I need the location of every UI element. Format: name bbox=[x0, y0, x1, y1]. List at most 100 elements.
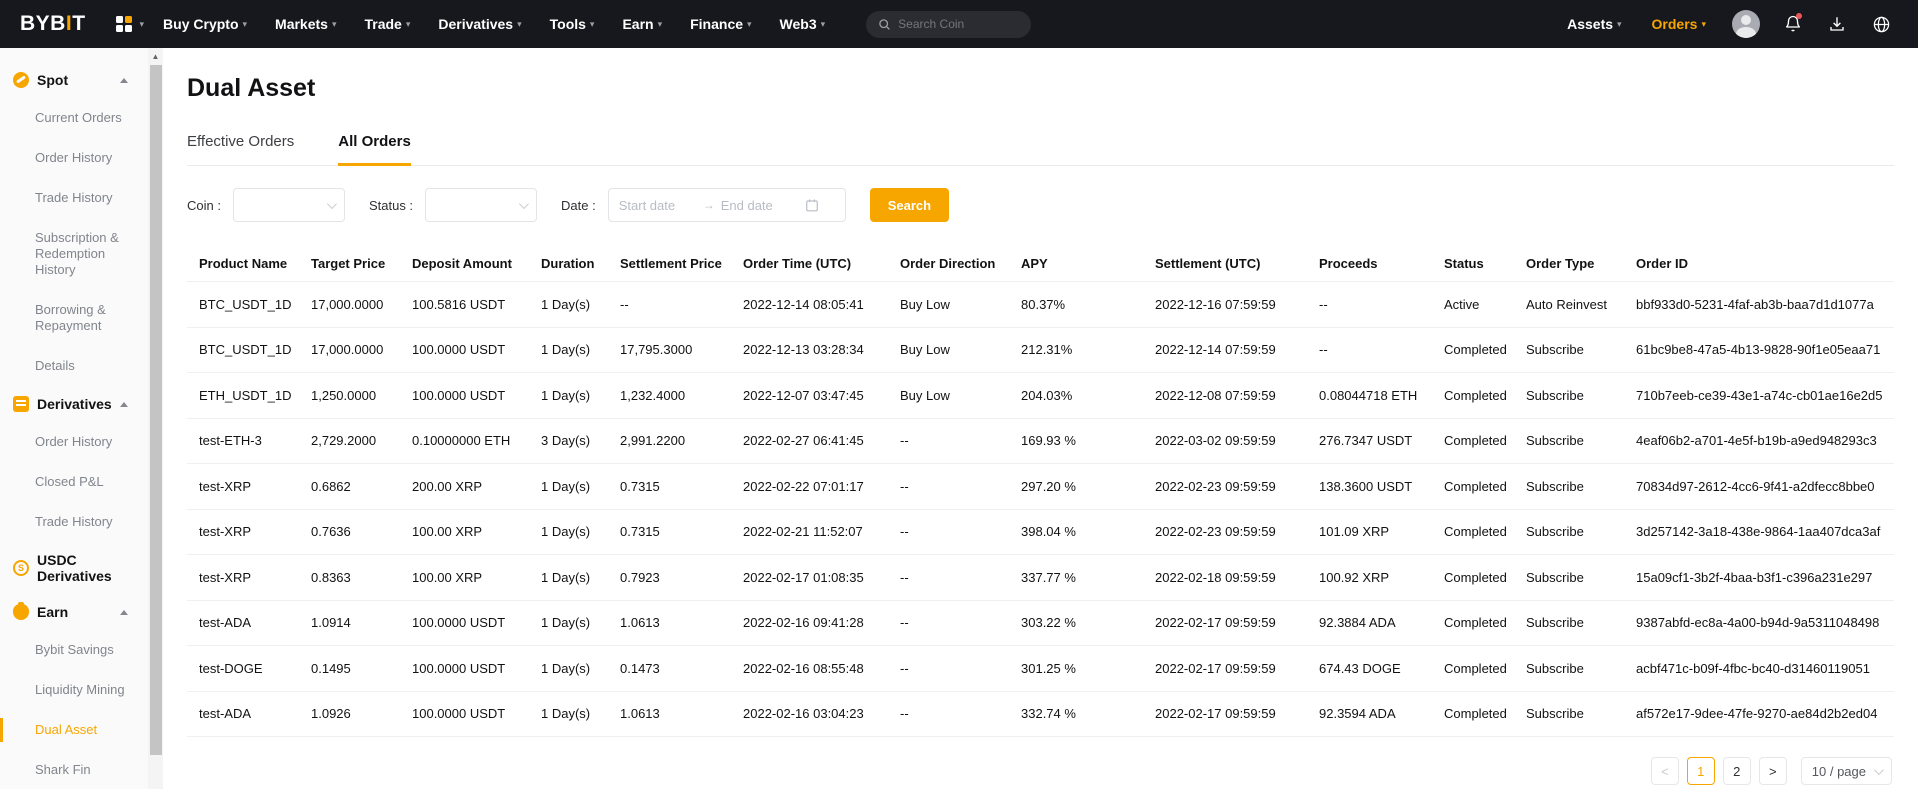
download-app-button[interactable] bbox=[1820, 7, 1854, 41]
search-button[interactable]: Search bbox=[870, 188, 949, 222]
cell-order-time-utc: 2022-02-16 08:55:48 bbox=[731, 661, 888, 676]
language-button[interactable] bbox=[1864, 7, 1898, 41]
next-page-button[interactable]: > bbox=[1759, 757, 1787, 785]
nav-item-trade[interactable]: Trade▾ bbox=[351, 0, 423, 48]
cell-settlement-price: 17,795.3000 bbox=[608, 342, 731, 357]
cell-apy: 297.20 % bbox=[1009, 479, 1143, 494]
bybit-logo[interactable]: BYBIT bbox=[20, 12, 86, 36]
page-size-select[interactable]: 10 / page bbox=[1801, 757, 1892, 785]
cell-proceeds: 674.43 DOGE bbox=[1307, 661, 1432, 676]
cell-apy: 212.31% bbox=[1009, 342, 1143, 357]
assets-menu[interactable]: Assets ▾ bbox=[1557, 0, 1631, 48]
cell-settlement-price: 0.7923 bbox=[608, 570, 731, 585]
sidebar-section-usdc-derivatives[interactable]: USDC Derivatives bbox=[0, 542, 148, 594]
sidebar-item-bybit-savings[interactable]: Bybit Savings bbox=[0, 630, 148, 670]
cell-order-type: Subscribe bbox=[1514, 706, 1624, 721]
cell-order-direction: -- bbox=[888, 479, 1009, 494]
cell-status: Completed bbox=[1432, 706, 1514, 721]
coin-select[interactable] bbox=[233, 188, 345, 222]
cell-target-price: 1.0926 bbox=[299, 706, 400, 721]
scrollbar-thumb[interactable] bbox=[150, 65, 162, 755]
cell-order-direction: -- bbox=[888, 706, 1009, 721]
cell-status: Completed bbox=[1432, 342, 1514, 357]
status-select[interactable] bbox=[425, 188, 537, 222]
table-body: BTC_USDT_1D17,000.0000100.5816 USDT1 Day… bbox=[187, 282, 1894, 737]
column-header-target-price: Target Price bbox=[299, 256, 400, 271]
sidebar-item-order-history[interactable]: Order History bbox=[0, 138, 148, 178]
cell-order-direction: -- bbox=[888, 615, 1009, 630]
sidebar-item-details[interactable]: Details bbox=[0, 346, 148, 386]
cell-order-type: Auto Reinvest bbox=[1514, 297, 1624, 312]
tab-effective-orders[interactable]: Effective Orders bbox=[187, 133, 294, 166]
cell-order-time-utc: 2022-02-27 06:41:45 bbox=[731, 433, 888, 448]
sidebar-item-dual-asset[interactable]: Dual Asset bbox=[0, 710, 148, 750]
top-navbar: BYBIT ▾ Buy Crypto▾Markets▾Trade▾Derivat… bbox=[0, 0, 1918, 48]
collapse-arrow-icon bbox=[120, 610, 128, 615]
cell-order-direction: -- bbox=[888, 661, 1009, 676]
nav-item-label: Buy Crypto bbox=[163, 16, 238, 32]
end-date-input[interactable] bbox=[721, 198, 799, 213]
sidebar-item-liquidity-mining[interactable]: Liquidity Mining bbox=[0, 670, 148, 710]
sidebar-item-closed-p-l[interactable]: Closed P&L bbox=[0, 462, 148, 502]
column-header-settlement-price: Settlement Price bbox=[608, 256, 731, 271]
page-button-2[interactable]: 2 bbox=[1723, 757, 1751, 785]
cell-proceeds: 92.3594 ADA bbox=[1307, 706, 1432, 721]
nav-item-earn[interactable]: Earn▾ bbox=[609, 0, 675, 48]
sidebar-section-derivatives[interactable]: Derivatives bbox=[0, 386, 148, 422]
sidebar-section-spot[interactable]: Spot bbox=[0, 62, 148, 98]
search-input[interactable] bbox=[898, 17, 1008, 31]
nav-item-buy-crypto[interactable]: Buy Crypto▾ bbox=[150, 0, 260, 48]
sidebar-item-trade-history[interactable]: Trade History bbox=[0, 502, 148, 542]
chevron-down-icon bbox=[1874, 765, 1884, 775]
user-avatar[interactable] bbox=[1732, 10, 1760, 38]
cell-order-time-utc: 2022-02-21 11:52:07 bbox=[731, 524, 888, 539]
column-header-deposit-amount: Deposit Amount bbox=[400, 256, 529, 271]
sidebar-item-subscription-redemption-history[interactable]: Subscription & Redemption History bbox=[0, 218, 148, 290]
nav-item-markets[interactable]: Markets▾ bbox=[262, 0, 349, 48]
cell-order-id: 61bc9be8-47a5-4b13-9828-90f1e05eaa71 bbox=[1624, 342, 1894, 357]
usdc-icon bbox=[13, 560, 29, 576]
nav-item-web3[interactable]: Web3▾ bbox=[767, 0, 839, 48]
cell-order-time-utc: 2022-12-13 03:28:34 bbox=[731, 342, 888, 357]
apps-grid-button[interactable]: ▾ bbox=[110, 0, 151, 48]
cell-apy: 204.03% bbox=[1009, 388, 1143, 403]
sidebar-section-earn[interactable]: Earn bbox=[0, 594, 148, 630]
column-header-duration: Duration bbox=[529, 256, 608, 271]
globe-icon bbox=[1872, 15, 1891, 34]
search-box[interactable] bbox=[866, 11, 1031, 38]
search-icon bbox=[878, 18, 891, 31]
nav-item-label: Web3 bbox=[780, 16, 817, 32]
prev-page-button[interactable]: < bbox=[1651, 757, 1679, 785]
nav-item-finance[interactable]: Finance▾ bbox=[677, 0, 764, 48]
cell-apy: 169.93 % bbox=[1009, 433, 1143, 448]
cell-settlement-price: 0.7315 bbox=[608, 524, 731, 539]
sidebar-scrollbar[interactable]: ▲ bbox=[148, 48, 163, 789]
page-button-1[interactable]: 1 bbox=[1687, 757, 1715, 785]
nav-item-tools[interactable]: Tools▾ bbox=[537, 0, 608, 48]
sidebar-item-order-history[interactable]: Order History bbox=[0, 422, 148, 462]
sidebar-item-shark-fin[interactable]: Shark Fin bbox=[0, 750, 148, 789]
chevron-down-icon: ▾ bbox=[1617, 19, 1622, 30]
tab-all-orders[interactable]: All Orders bbox=[338, 133, 411, 166]
nav-item-derivatives[interactable]: Derivatives▾ bbox=[425, 0, 534, 48]
start-date-input[interactable] bbox=[619, 198, 697, 213]
cell-proceeds: 101.09 XRP bbox=[1307, 524, 1432, 539]
chevron-down-icon: ▾ bbox=[140, 19, 145, 30]
cell-order-id: bbf933d0-5231-4faf-ab3b-baa7d1d1077a bbox=[1624, 297, 1894, 312]
notifications-button[interactable] bbox=[1776, 7, 1810, 41]
date-filter-label: Date : bbox=[561, 198, 596, 213]
sidebar-item-borrowing-repayment[interactable]: Borrowing & Repayment bbox=[0, 290, 148, 346]
sidebar-item-trade-history[interactable]: Trade History bbox=[0, 178, 148, 218]
cell-settlement-utc: 2022-02-18 09:59:59 bbox=[1143, 570, 1307, 585]
cell-settlement-price: 1.0613 bbox=[608, 706, 731, 721]
cell-settlement-price: 0.7315 bbox=[608, 479, 731, 494]
cell-apy: 303.22 % bbox=[1009, 615, 1143, 630]
cell-deposit-amount: 0.10000000 ETH bbox=[400, 433, 529, 448]
orders-menu[interactable]: Orders ▾ bbox=[1642, 0, 1716, 48]
cell-proceeds: 0.08044718 ETH bbox=[1307, 388, 1432, 403]
column-header-order-type: Order Type bbox=[1514, 256, 1624, 271]
scrollbar-up-arrow-icon[interactable]: ▲ bbox=[148, 52, 163, 61]
cell-order-type: Subscribe bbox=[1514, 342, 1624, 357]
date-range-picker[interactable]: → bbox=[608, 188, 846, 222]
sidebar-item-current-orders[interactable]: Current Orders bbox=[0, 98, 148, 138]
